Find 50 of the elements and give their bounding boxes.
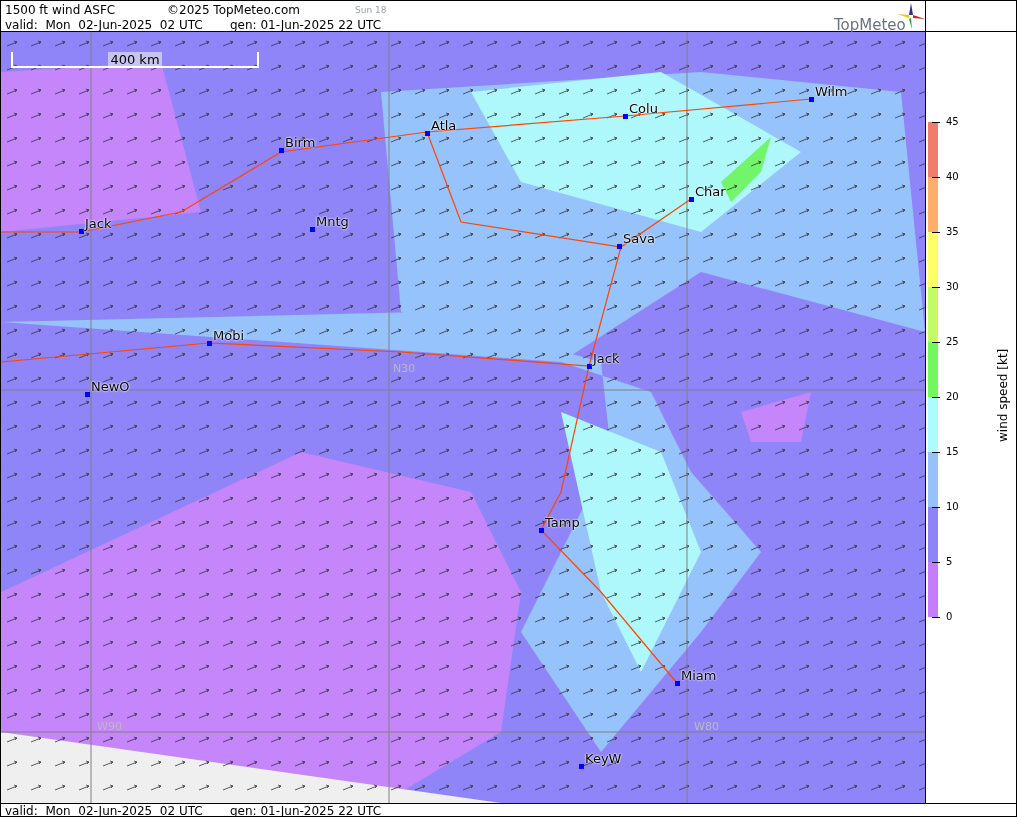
- grid-label: N30: [393, 363, 416, 375]
- city-marker: [587, 364, 592, 369]
- legend-tick-label: 35: [946, 226, 959, 238]
- city-marker: [207, 341, 212, 346]
- legend-tick-label: 40: [946, 171, 959, 183]
- grid-label: W80: [694, 721, 719, 733]
- city-marker: [539, 528, 544, 533]
- city-label: NewO: [91, 379, 130, 394]
- generated-time: gen: 01-Jun-2025 22 UTC: [230, 803, 382, 817]
- city-marker: [85, 392, 90, 397]
- city-label: Char: [695, 184, 726, 199]
- city-marker: [623, 114, 628, 119]
- legend-tick-label: 45: [946, 116, 959, 128]
- chart-title: 1500 ft wind ASFC: [5, 2, 116, 19]
- valid-time: valid: Mon 02-Jun-2025 02 UTC: [5, 803, 203, 817]
- city-marker: [79, 229, 84, 234]
- city-marker: [617, 244, 622, 249]
- city-label: Tamp: [545, 515, 580, 530]
- city-label: Miam: [681, 668, 717, 683]
- city-label: Jack: [593, 351, 620, 366]
- city-marker: [675, 681, 680, 686]
- city-label: KeyW: [585, 751, 622, 766]
- city-marker: [809, 97, 814, 102]
- legend-tick-label: 5: [946, 556, 953, 568]
- scale-bar: 400 km: [11, 52, 259, 68]
- legend-tick-label: 20: [946, 391, 959, 403]
- legend-tick-label: 10: [946, 501, 959, 513]
- city-label: Mobi: [213, 328, 245, 343]
- legend-tick-label: 30: [946, 281, 959, 293]
- copyright-text: ©2025 TopMeteo.com: [167, 2, 300, 19]
- legend-title: wind speed [kt]: [996, 348, 1010, 442]
- city-label: Wilm: [815, 84, 848, 99]
- grid-label: W90: [97, 721, 122, 733]
- city-marker: [279, 148, 284, 153]
- city-label: Birm: [285, 135, 316, 150]
- logo-text: TopMeteo: [834, 15, 906, 36]
- city-marker: [310, 227, 315, 232]
- city-marker: [425, 131, 430, 136]
- city-marker: [689, 197, 694, 202]
- run-label: Sun 18: [355, 4, 387, 17]
- generated-time: gen: 01-Jun-2025 22 UTC: [230, 17, 382, 34]
- city-marker: [579, 764, 584, 769]
- legend-tick-label: 15: [946, 446, 959, 458]
- valid-time: valid: Mon 02-Jun-2025 02 UTC: [5, 17, 203, 34]
- city-label: Colu: [629, 101, 658, 116]
- legend-tick-label: 25: [946, 336, 959, 348]
- city-label: Mntg: [316, 214, 349, 229]
- legend-tick-label: 0: [946, 611, 953, 623]
- city-label: Jack: [85, 216, 112, 231]
- city-label: Atla: [431, 118, 457, 133]
